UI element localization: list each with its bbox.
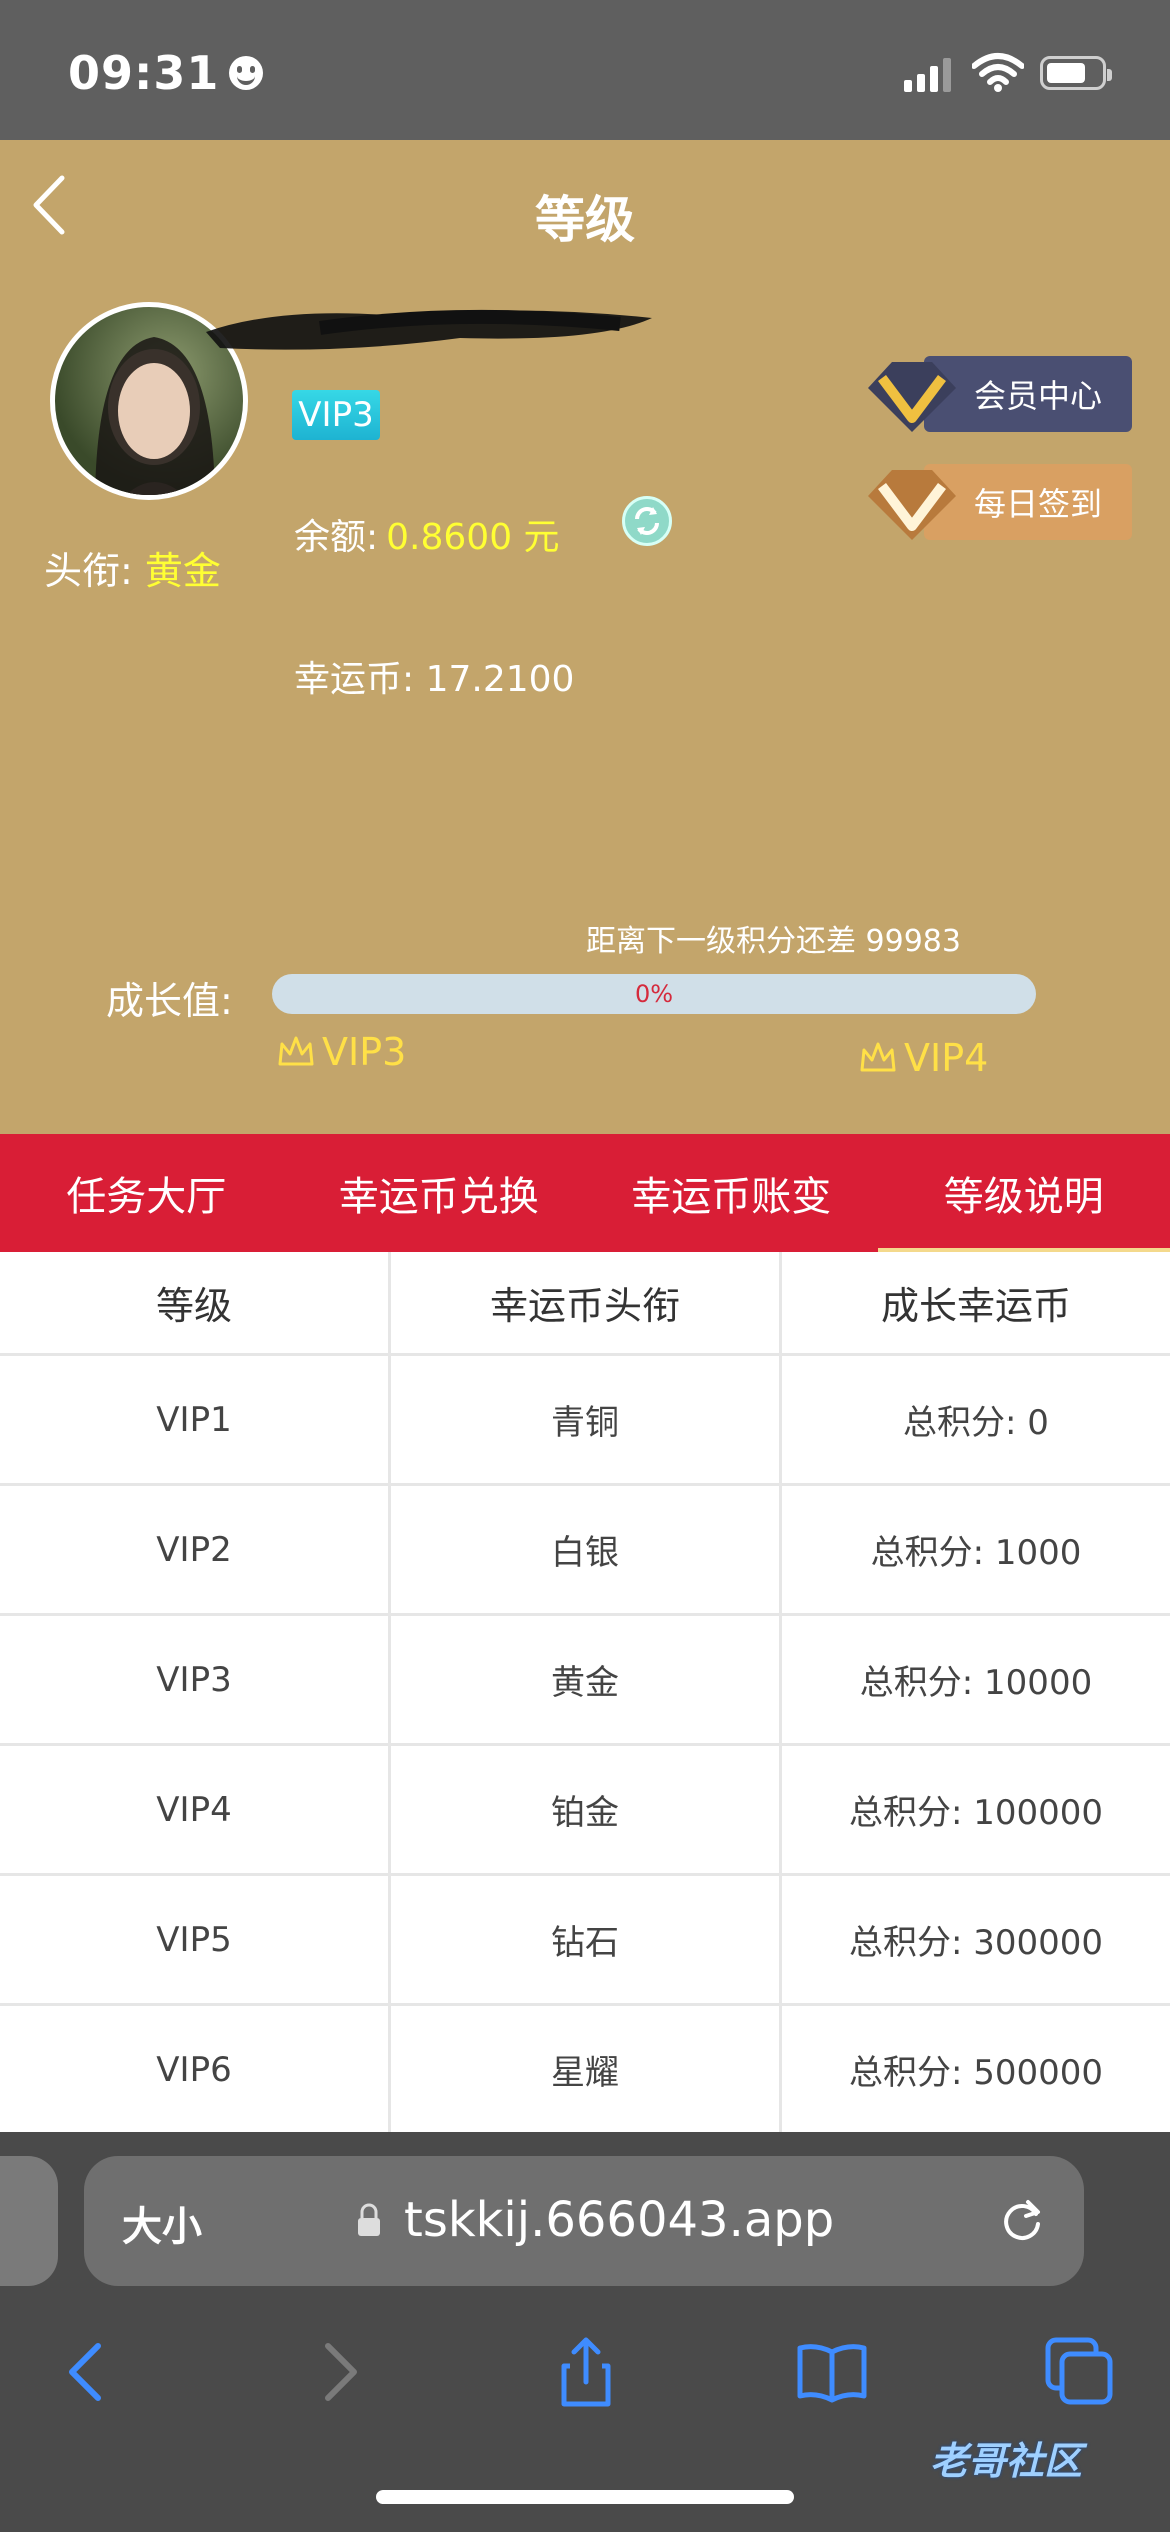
status-time: 09:31 <box>68 46 264 100</box>
status-bar: 09:31 <box>0 0 1170 140</box>
tabs-icon[interactable] <box>1040 2332 1120 2412</box>
table-row: VIP6 星耀 总积分: 500000 <box>0 2006 1170 2132</box>
table-row: VIP3 黄金 总积分: 10000 <box>0 1616 1170 1746</box>
next-level-diff: 距离下一级积分还差 99983 <box>586 924 961 959</box>
smiley-icon <box>229 56 264 90</box>
refresh-icon[interactable] <box>622 496 672 546</box>
member-center-button[interactable]: 会员中心 <box>864 356 1132 432</box>
table-cell: VIP6 <box>0 2006 391 2132</box>
table-header: 等级 幸运币头衔 成长幸运币 <box>0 1252 1170 1356</box>
tab-coin-exchange[interactable]: 幸运币兑换 <box>293 1134 586 1252</box>
tab-coin-history[interactable]: 幸运币账变 <box>585 1134 878 1252</box>
table-cell: 青铜 <box>391 1356 782 1483</box>
tab-level-info[interactable]: 等级说明 <box>877 1134 1170 1252</box>
table-cell: 总积分: 0 <box>903 1403 1049 1443</box>
table-cell: 钻石 <box>391 1876 782 2003</box>
table-cell: 星耀 <box>391 2006 782 2132</box>
balance: 余额: 0.8600 元 <box>294 517 560 558</box>
header-cell: 等级 <box>0 1252 391 1353</box>
url-text: tskkij.666043.app <box>404 2192 835 2248</box>
text-size-button[interactable]: 大小 <box>122 2194 202 2252</box>
growth-progress-bar: 0% <box>272 974 1036 1014</box>
share-icon[interactable] <box>546 2332 626 2412</box>
forward-nav-icon[interactable] <box>298 2332 378 2412</box>
table-cell: 铂金 <box>391 1746 782 1873</box>
table-row: VIP2 白银 总积分: 1000 <box>0 1486 1170 1616</box>
table-cell: VIP1 <box>0 1356 391 1483</box>
tab-bar: 任务大厅 幸运币兑换 幸运币账变 等级说明 <box>0 1134 1170 1252</box>
lock-icon <box>358 2203 380 2236</box>
v-diamond-icon <box>868 470 956 540</box>
watermark-logo: 老哥社区 <box>930 2439 1083 2483</box>
daily-signin-button[interactable]: 每日签到 <box>864 464 1132 540</box>
wifi-icon <box>972 53 1024 92</box>
username-redacted <box>206 309 652 350</box>
page-title: 等级 <box>535 191 635 249</box>
bookmarks-icon[interactable] <box>792 2332 872 2412</box>
next-level: VIP4 <box>858 1036 988 1080</box>
back-nav-icon[interactable] <box>48 2332 128 2412</box>
table-cell: 总积分: 100000 <box>848 1793 1104 1833</box>
battery-icon <box>1040 56 1112 90</box>
table-cell: 黄金 <box>391 1616 782 1743</box>
level-header: 等级 头衔: 黄金 VIP3 余额: 0.8600 元 幸运币: 17.2100 <box>0 140 1170 1134</box>
reload-icon[interactable] <box>996 2194 1048 2246</box>
table-row: VIP1 青铜 总积分: 0 <box>0 1356 1170 1486</box>
header-cell: 幸运币头衔 <box>391 1252 782 1353</box>
home-indicator <box>376 2490 794 2504</box>
crown-icon <box>860 1042 896 1072</box>
table-cell: 总积分: 1000 <box>870 1533 1082 1573</box>
browser-toolbar: 大小 tskkij.666043.app 老哥社区 <box>0 2132 1170 2532</box>
rank-title: 头衔: 黄金 <box>44 549 221 593</box>
signal-icon <box>904 56 951 92</box>
vip-badge: VIP3 <box>292 390 380 440</box>
table-cell: VIP5 <box>0 1876 391 2003</box>
table-cell: 总积分: 500000 <box>848 2053 1104 2093</box>
growth-label: 成长值: <box>106 979 233 1023</box>
level-table: 等级 幸运币头衔 成长幸运币 VIP1 青铜 总积分: 0 VIP2 白银 总积… <box>0 1252 1170 2132</box>
crown-icon <box>278 1036 314 1066</box>
previous-tab-preview[interactable] <box>0 2156 58 2286</box>
table-cell: 总积分: 300000 <box>848 1923 1104 1963</box>
header-cell: 成长幸运币 <box>880 1284 1071 1328</box>
v-diamond-icon <box>868 362 956 432</box>
table-row: VIP4 铂金 总积分: 100000 <box>0 1746 1170 1876</box>
table-cell: 总积分: 10000 <box>859 1663 1093 1703</box>
table-cell: 白银 <box>391 1486 782 1613</box>
table-cell: VIP4 <box>0 1746 391 1873</box>
table-row: VIP5 钻石 总积分: 300000 <box>0 1876 1170 2006</box>
lucky-coins: 幸运币: 17.2100 <box>294 659 575 700</box>
table-cell: VIP2 <box>0 1486 391 1613</box>
table-cell: VIP3 <box>0 1616 391 1743</box>
tab-task-hall[interactable]: 任务大厅 <box>0 1134 293 1252</box>
current-level: VIP3 <box>276 1030 406 1074</box>
address-bar[interactable]: 大小 tskkij.666043.app <box>84 2156 1084 2286</box>
